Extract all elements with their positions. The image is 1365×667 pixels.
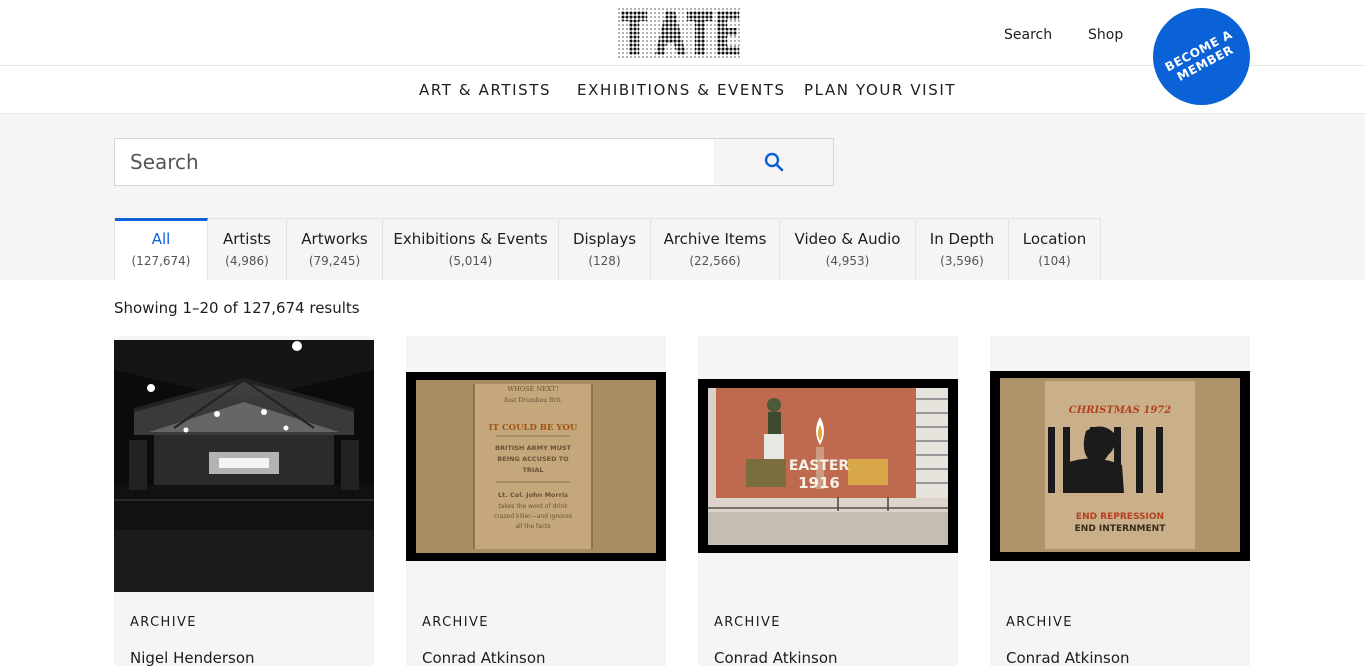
archive-photo-poster: WHOSE NEXT! Asst Drumbau Brit. IT COULD … bbox=[406, 372, 666, 561]
poster-text: takes the word of drink bbox=[498, 503, 568, 510]
become-member-label: BECOME A MEMBER bbox=[1162, 26, 1236, 84]
poster-text: CHRISTMAS 1972 bbox=[1069, 405, 1171, 416]
poster-text: crazed killer—and ignores bbox=[494, 513, 572, 520]
tab-artists[interactable]: Artists (4,986) bbox=[208, 218, 287, 280]
poster-text: WHOSE NEXT! bbox=[508, 385, 559, 393]
tab-count: (4,953) bbox=[825, 254, 870, 268]
poster-text: all the facts bbox=[515, 523, 550, 530]
tab-location[interactable]: Location (104) bbox=[1009, 218, 1101, 280]
search-input[interactable] bbox=[115, 139, 714, 185]
result-type: ARCHIVE bbox=[422, 615, 489, 630]
tab-in-depth[interactable]: In Depth (3,596) bbox=[916, 218, 1009, 280]
tab-count: (128) bbox=[588, 254, 621, 268]
result-filter-tabs: All (127,674) Artists (4,986) Artworks (… bbox=[114, 218, 1101, 280]
tab-label: Archive Items bbox=[663, 230, 767, 248]
nav-item-art-artists[interactable]: ART & ARTISTS bbox=[419, 81, 551, 99]
result-title[interactable]: Nigel Henderson bbox=[130, 649, 255, 667]
mural-text: 1916 bbox=[798, 474, 840, 492]
tab-label: Displays bbox=[572, 230, 637, 248]
tab-label: All bbox=[151, 230, 171, 248]
result-card[interactable]: EASTER 1916 ARCHIVE Conrad Atkinson bbox=[698, 336, 958, 667]
header-shop-link[interactable]: Shop bbox=[1088, 27, 1123, 43]
result-image[interactable]: WHOSE NEXT! Asst Drumbau Brit. IT COULD … bbox=[406, 372, 666, 561]
poster-text: BRITISH ARMY MUST bbox=[495, 444, 572, 452]
tab-count: (5,014) bbox=[448, 254, 493, 268]
tab-count: (3,596) bbox=[940, 254, 984, 268]
tab-count: (4,986) bbox=[225, 254, 269, 268]
result-card[interactable]: ARCHIVE Nigel Henderson bbox=[114, 336, 374, 667]
search-bar bbox=[114, 138, 834, 186]
tab-count: (22,566) bbox=[689, 254, 741, 268]
poster-text: BEING ACCUSED TO bbox=[497, 455, 569, 463]
search-filter-region: All (127,674) Artists (4,986) Artworks (… bbox=[0, 114, 1365, 280]
tab-label: Artists bbox=[223, 230, 271, 248]
tab-all[interactable]: All (127,674) bbox=[115, 218, 208, 280]
result-title[interactable]: Conrad Atkinson bbox=[1006, 649, 1130, 667]
search-icon bbox=[764, 152, 784, 172]
tab-artworks[interactable]: Artworks (79,245) bbox=[287, 218, 383, 280]
nav-item-exhibitions-events[interactable]: EXHIBITIONS & EVENTS bbox=[577, 81, 786, 99]
nav-item-plan-your-visit[interactable]: PLAN YOUR VISIT bbox=[804, 81, 956, 99]
poster-text: END INTERNMENT bbox=[1075, 524, 1167, 534]
site-header: Search Shop BECOME A MEMBER bbox=[0, 0, 1365, 105]
tab-count: (104) bbox=[1038, 254, 1071, 268]
results-summary: Showing 1–20 of 127,674 results bbox=[114, 299, 360, 317]
result-image[interactable] bbox=[114, 340, 374, 592]
tab-archive-items[interactable]: Archive Items (22,566) bbox=[651, 218, 780, 280]
poster-text: END REPRESSION bbox=[1076, 512, 1164, 522]
poster-text: Asst Drumbau Brit. bbox=[503, 397, 563, 404]
become-member-button[interactable]: BECOME A MEMBER bbox=[1153, 8, 1250, 105]
result-type: ARCHIVE bbox=[714, 615, 781, 630]
tab-label: Artworks bbox=[301, 230, 368, 248]
tab-label: Location bbox=[1022, 230, 1087, 248]
result-type: ARCHIVE bbox=[130, 615, 197, 630]
tab-displays[interactable]: Displays (128) bbox=[559, 218, 651, 280]
result-title[interactable]: Conrad Atkinson bbox=[422, 649, 546, 667]
tab-count: (127,674) bbox=[131, 254, 191, 268]
tab-count: (79,245) bbox=[308, 254, 361, 268]
poster-text: IT COULD BE YOU bbox=[489, 423, 578, 433]
archive-photo-easter-mural: EASTER 1916 bbox=[698, 379, 958, 553]
result-title[interactable]: Conrad Atkinson bbox=[714, 649, 838, 667]
results-grid: ARCHIVE Nigel Henderson WHOSE NEXT! Asst… bbox=[114, 336, 1250, 667]
tab-exhibitions-events[interactable]: Exhibitions & Events (5,014) bbox=[383, 218, 559, 280]
result-type: ARCHIVE bbox=[1006, 615, 1073, 630]
poster-text: Lt. Col. John Morris bbox=[498, 491, 568, 499]
result-card[interactable]: CHRISTMAS 1972 END REPRESSION END INTERN… bbox=[990, 336, 1250, 667]
tab-label: Video & Audio bbox=[794, 230, 901, 248]
result-image[interactable]: CHRISTMAS 1972 END REPRESSION END INTERN… bbox=[990, 371, 1250, 561]
archive-photo-hall bbox=[114, 340, 374, 592]
archive-photo-christmas-poster: CHRISTMAS 1972 END REPRESSION END INTERN… bbox=[990, 371, 1250, 561]
search-button[interactable] bbox=[714, 139, 833, 185]
tab-label: Exhibitions & Events bbox=[393, 230, 548, 248]
result-card[interactable]: WHOSE NEXT! Asst Drumbau Brit. IT COULD … bbox=[406, 336, 666, 667]
mural-text: EASTER bbox=[789, 458, 850, 474]
poster-text: TRIAL bbox=[522, 466, 543, 474]
tate-logo[interactable] bbox=[617, 7, 742, 59]
header-search-link[interactable]: Search bbox=[1004, 27, 1052, 43]
tab-video-audio[interactable]: Video & Audio (4,953) bbox=[780, 218, 916, 280]
tab-label: In Depth bbox=[929, 230, 995, 248]
result-image[interactable]: EASTER 1916 bbox=[698, 379, 958, 553]
